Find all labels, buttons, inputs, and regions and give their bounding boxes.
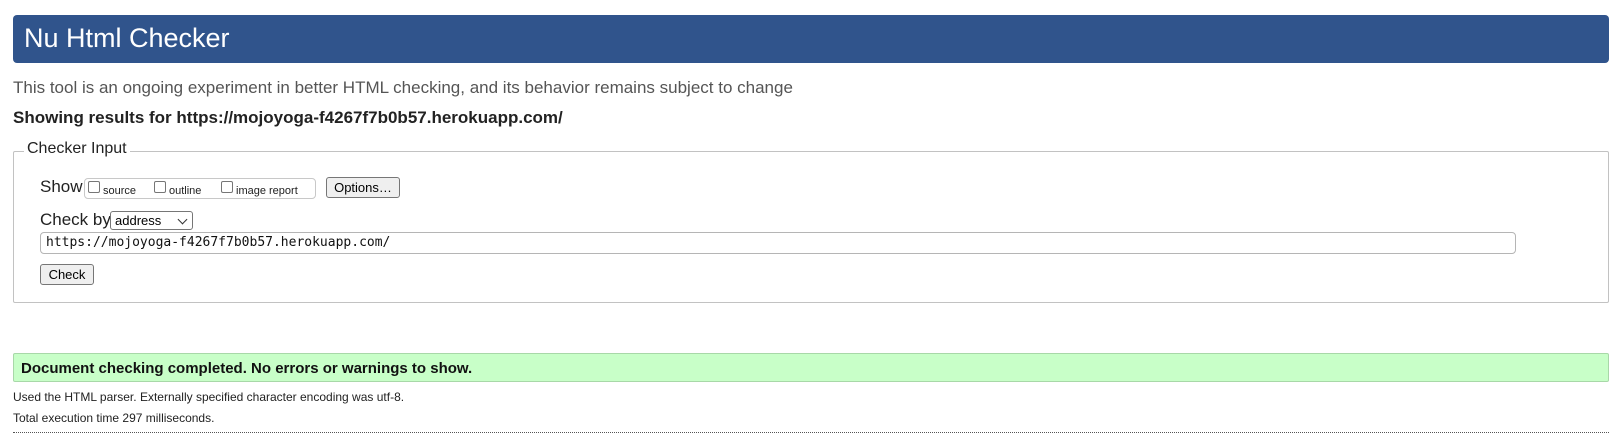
options-button[interactable]: Options…	[326, 177, 400, 198]
outline-option-label: outline	[169, 184, 202, 197]
check-by-selected-value: address	[115, 213, 162, 228]
success-message-box: Document checking completed. No errors o…	[13, 353, 1609, 382]
source-checkbox[interactable]	[88, 181, 100, 193]
execution-time: Total execution time 297 milliseconds.	[13, 411, 215, 425]
parser-info: Used the HTML parser. Externally specifi…	[13, 390, 405, 404]
checker-input-legend: Checker Input	[24, 140, 130, 158]
image-report-checkbox[interactable]	[221, 181, 233, 193]
page-header: Nu Html Checker	[13, 15, 1609, 63]
image-report-option-label: image report	[236, 184, 298, 197]
check-by-label: Check by	[40, 210, 111, 229]
check-button[interactable]: Check	[40, 264, 94, 285]
success-message: Document checking completed. No errors o…	[21, 360, 473, 377]
show-outline-option[interactable]: outline	[154, 179, 201, 198]
show-image-report-option[interactable]: image report	[221, 179, 298, 198]
source-option-label: source	[103, 184, 137, 197]
url-input[interactable]: https://mojoyoga-f4267f7b0b57.herokuapp.…	[40, 232, 1516, 254]
show-options-group: source outline image report	[84, 178, 316, 199]
divider	[13, 432, 1609, 433]
check-by-select[interactable]: address	[110, 211, 193, 230]
show-source-option[interactable]: source	[88, 179, 136, 198]
outline-checkbox[interactable]	[154, 181, 166, 193]
checker-input-fieldset	[13, 151, 1609, 303]
chevron-down-icon	[177, 214, 188, 225]
show-label: Show	[40, 177, 83, 196]
page-title: Nu Html Checker	[24, 23, 230, 53]
showing-results-heading: Showing results for https://mojoyoga-f42…	[13, 108, 563, 127]
intro-text: This tool is an ongoing experiment in be…	[13, 78, 793, 97]
